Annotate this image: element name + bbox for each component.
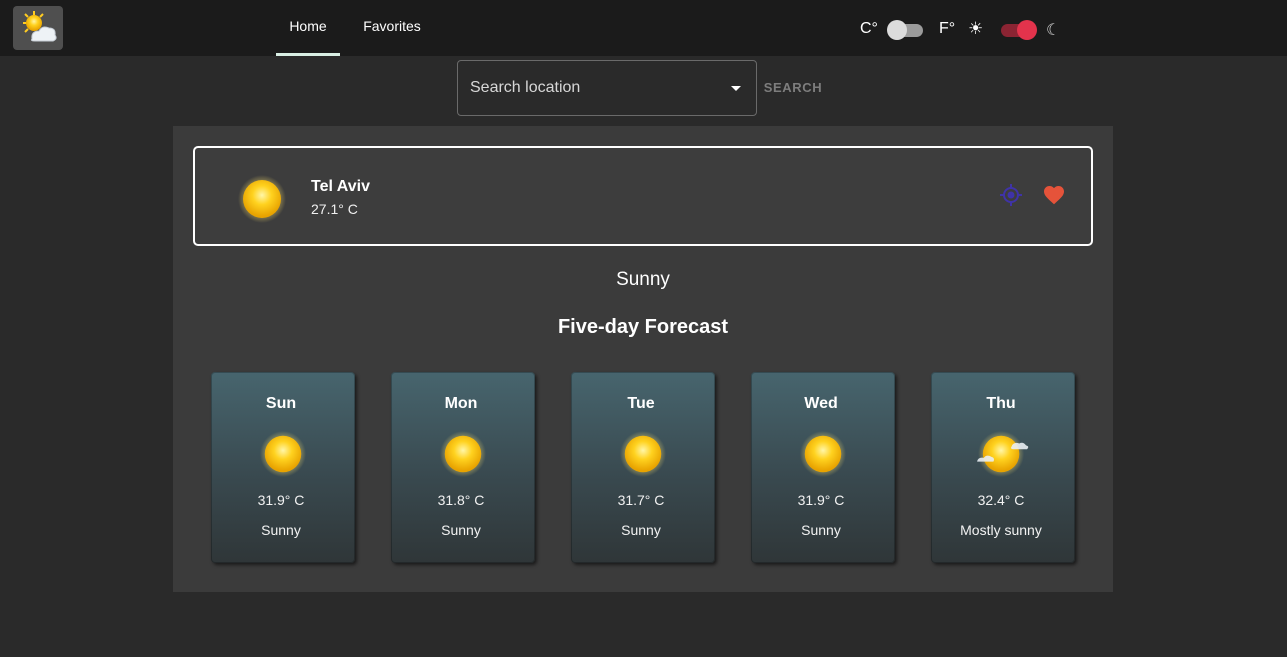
forecast-day-name: Mon	[444, 395, 478, 412]
chevron-down-icon[interactable]	[731, 86, 741, 91]
forecast-temperature: 31.9° C	[797, 492, 845, 508]
forecast-day-name: Wed	[804, 395, 838, 412]
light-mode-icon: ☀	[968, 19, 984, 38]
search-button[interactable]: SEARCH	[762, 78, 824, 98]
tab-home[interactable]: Home	[276, 0, 340, 56]
celsius-label: C°	[860, 20, 878, 37]
dark-mode-toggle[interactable]	[997, 19, 1037, 41]
app-logo[interactable]	[13, 6, 63, 50]
sun-icon	[259, 430, 307, 478]
toggle-thumb	[887, 20, 907, 40]
sun-icon	[439, 430, 487, 478]
forecast-heading: Five-day Forecast	[557, 316, 729, 338]
forecast-condition: Sunny	[441, 522, 481, 538]
forecast-temperature: 31.8° C	[437, 492, 485, 508]
fahrenheit-label: F°	[939, 20, 956, 37]
forecast-condition: Sunny	[261, 522, 301, 538]
top-app-bar: Home Favorites C° F° ☀ ☾	[0, 0, 1287, 56]
search-input[interactable]	[470, 61, 720, 115]
forecast-day-card: Mon 31.8° C Sunny	[391, 372, 535, 563]
forecast-day-card: Thu 32.4° C Mostly sunny	[931, 372, 1075, 563]
forecast-temperature: 32.4° C	[977, 492, 1025, 508]
sun-icon	[238, 175, 286, 223]
sun-icon	[619, 430, 667, 478]
forecast-condition: Sunny	[621, 522, 661, 538]
current-condition: Sunny	[616, 269, 670, 290]
forecast-day-name: Tue	[627, 395, 655, 412]
favorite-heart-icon[interactable]	[1042, 183, 1066, 207]
current-weather-card: Tel Aviv 27.1° C	[193, 146, 1093, 246]
weather-logo-icon	[23, 11, 57, 42]
toggle-thumb	[1017, 20, 1037, 40]
tab-favorites[interactable]: Favorites	[352, 0, 432, 56]
dark-mode-icon: ☾	[1046, 22, 1061, 39]
sun-cloud-icon	[977, 430, 1029, 478]
forecast-day-name: Thu	[986, 395, 1016, 412]
forecast-day-card: Sun 31.9° C Sunny	[211, 372, 355, 563]
forecast-temperature: 31.9° C	[257, 492, 305, 508]
forecast-day-card: Tue 31.7° C Sunny	[571, 372, 715, 563]
search-location-field[interactable]	[457, 60, 757, 116]
forecast-day-name: Sun	[265, 395, 297, 412]
forecast-condition: Sunny	[801, 522, 841, 538]
forecast-temperature: 31.7° C	[617, 492, 665, 508]
weather-panel: Tel Aviv 27.1° C Sunny Five-day Forecast…	[173, 126, 1113, 592]
forecast-day-card: Wed 31.9° C Sunny	[751, 372, 895, 563]
current-temperature: 27.1° C	[311, 201, 358, 217]
city-name: Tel Aviv	[311, 178, 370, 195]
my-location-icon[interactable]	[999, 183, 1023, 207]
temperature-unit-toggle[interactable]	[887, 19, 927, 41]
sun-icon	[799, 430, 847, 478]
forecast-condition: Mostly sunny	[960, 522, 1042, 538]
